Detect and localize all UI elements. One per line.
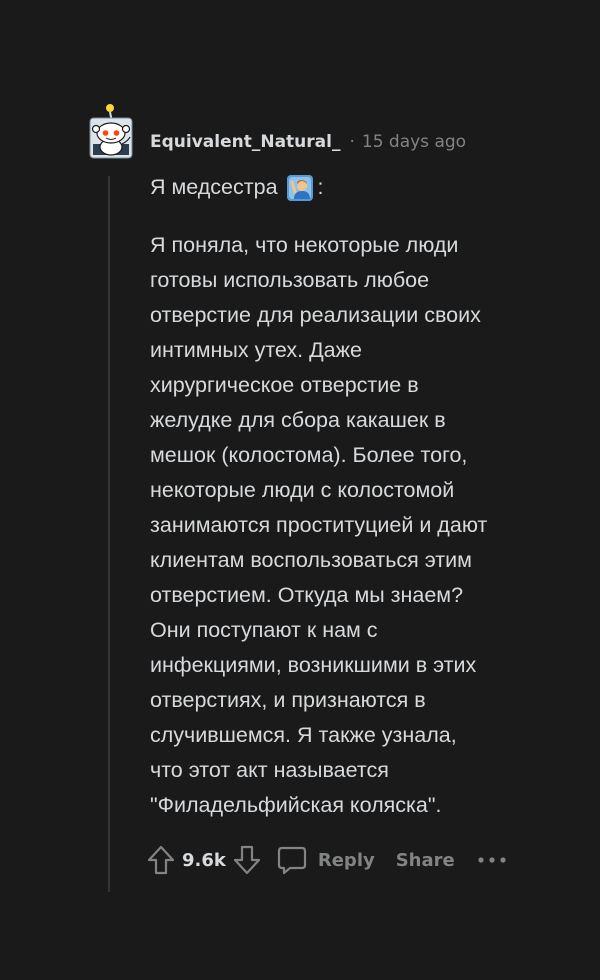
thread-line[interactable] [108,176,110,892]
intro-suffix: : [317,175,324,199]
reply-label: Reply [317,849,375,871]
comment: Equivalent_Natural_ · 15 days ago Я медс… [0,0,600,980]
timestamp[interactable]: 15 days ago [362,132,466,152]
comment-bubble-icon [277,846,306,875]
comment-header: Equivalent_Natural_ · 15 days ago [150,130,466,154]
intro-text: Я медсестра [150,175,278,199]
upvote-arrow-icon [147,845,175,875]
comment-intro: Я медсестра : [150,170,570,205]
user-avatar[interactable] [84,100,136,164]
snoo-avatar-icon [89,103,133,159]
downvote-button[interactable] [232,844,262,876]
vote-count: 9.6k [182,849,226,871]
downvote-arrow-icon [233,845,260,875]
upvote-button[interactable] [146,844,176,876]
username[interactable]: Equivalent_Natural_ [150,132,340,152]
more-button[interactable] [477,855,507,865]
comment-body: Я медсестра : Я поняла, что некоторые лю… [150,170,570,823]
share-button[interactable]: Share [396,850,455,871]
comment-actions: 9.6k Reply Share [146,842,507,878]
more-dots-icon [478,857,506,863]
meta-separator: · [349,132,355,152]
person-raising-hand-emoji-icon [286,174,313,201]
comment-text: Я поняла, что некоторые люди готовы испо… [150,233,488,817]
reply-button[interactable]: Reply [276,844,375,876]
